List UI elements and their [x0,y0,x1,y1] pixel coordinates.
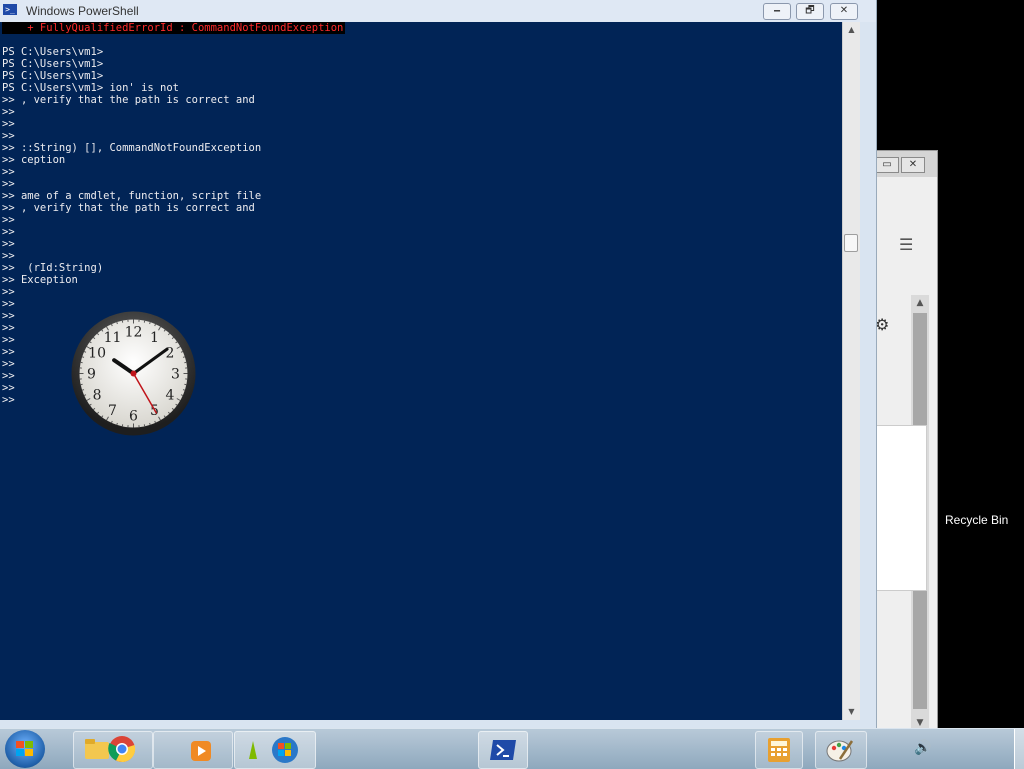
clock-numeral: 3 [171,367,180,383]
clock-numeral: 12 [125,325,143,341]
clock-numeral: 8 [93,388,102,404]
background-window-restore-button[interactable]: ▭ [875,157,899,173]
console-line: >> [2,238,842,250]
clock-tick [117,322,118,324]
taskbar-paint[interactable] [815,731,867,769]
windows-logo-icon [271,736,299,764]
taskbar-calculator[interactable] [755,731,803,769]
console-line: >> ame of a cmdlet, function, script fil… [2,190,842,202]
taskbar-group-explorer-chrome[interactable] [73,731,153,769]
console-line: >> [2,178,842,190]
console-line: >> (rId:String) [2,262,842,274]
clock-tick [117,423,118,425]
console-line [2,34,842,46]
taskbar-media-player[interactable] [153,731,233,769]
console-line: PS C:\Users\vm1> ion' is not [2,82,842,94]
hamburger-menu-icon[interactable]: ☰ [899,235,913,254]
scroll-up-arrow-icon[interactable]: ▲ [843,22,860,38]
background-window-panel [869,425,927,591]
clock-numeral: 4 [165,388,174,404]
recycle-bin-label[interactable]: Recycle Bin [945,513,1008,527]
gear-icon[interactable]: ⚙ [875,315,889,334]
chrome-icon [108,735,136,763]
clock-tick [183,390,185,391]
close-button[interactable]: ✕ [830,3,858,20]
minimize-button[interactable]: 🗕 [763,3,791,20]
show-desktop-button[interactable] [1014,729,1024,769]
clock-tick [82,390,84,391]
calculator-icon [766,737,792,763]
console-line: >> ::String) [], CommandNotFoundExceptio… [2,142,842,154]
maximize-button[interactable]: 🗗 [796,3,824,20]
clock-numeral: 10 [88,346,106,362]
taskbar: 🔊 [0,728,1024,769]
console-line: PS C:\Users\vm1> [2,58,842,70]
taskbar-windows-media[interactable] [234,731,316,769]
windows-logo-icon [16,741,34,757]
start-button[interactable] [5,730,45,768]
background-window-close-button[interactable]: ✕ [901,157,925,173]
powershell-icon [489,739,517,761]
scroll-thumb[interactable] [844,234,858,252]
console-scrollbar[interactable]: ▲ ▼ [842,22,860,720]
scroll-down-arrow-icon[interactable]: ▼ [843,704,860,720]
console-line: >> [2,214,842,226]
console-line: >> [2,226,842,238]
console-line: PS C:\Users\vm1> [2,46,842,58]
clock-numeral: 7 [108,403,117,419]
console-line: >> ception [2,154,842,166]
window-title: Windows PowerShell [26,4,139,18]
console-line: >> , verify that the path is correct and [2,94,842,106]
clock-numeral: 6 [129,409,138,425]
console-line: >> [2,166,842,178]
clock-numeral: 11 [104,330,122,346]
clock-center [131,371,137,377]
clock-tick [183,357,185,358]
folder-icon [84,737,110,761]
console-line: >> [2,118,842,130]
console-line: >> [2,130,842,142]
clock-gadget[interactable]: 121234567891011 [70,310,197,437]
media-player-icon [190,740,212,762]
clock-numeral: 9 [87,367,96,383]
console-line: >> [2,250,842,262]
console-line: >> [2,298,842,310]
system-tray: 🔊 [868,729,1024,769]
console-line: PS C:\Users\vm1> [2,70,842,82]
powershell-titlebar[interactable]: >_ Windows PowerShell 🗕 🗗 ✕ [0,0,876,22]
console-line: >> [2,286,842,298]
console-line: >> , verify that the path is correct and [2,202,842,214]
clock-numeral: 1 [150,330,159,346]
console-line: >> Exception [2,274,842,286]
powershell-icon: >_ [3,4,17,15]
volume-icon[interactable]: 🔊 [914,740,931,756]
error-line: + FullyQualifiedErrorId : CommandNotFoun… [2,22,345,34]
paint-icon [245,737,261,761]
console-line: >> [2,106,842,118]
scroll-up-arrow-icon[interactable]: ▲ [911,295,929,311]
palette-icon [826,737,854,763]
taskbar-powershell[interactable] [478,731,528,769]
clock-tick [82,357,84,358]
clock-tick [150,322,151,324]
clock-tick [150,423,151,425]
